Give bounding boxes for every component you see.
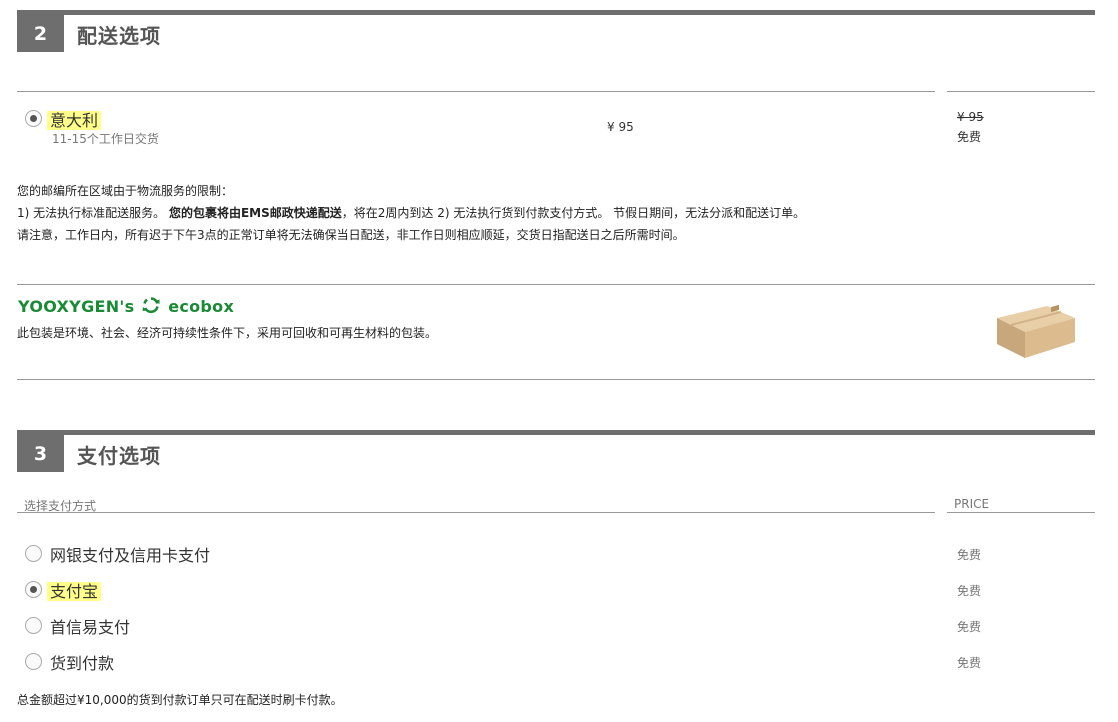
payment-divider-right: [947, 512, 1095, 513]
ecobox-divider-bottom: [17, 379, 1095, 380]
payment-radio-netbank[interactable]: [25, 545, 42, 562]
shipping-option-price: ¥ 95: [607, 120, 634, 134]
payment-price-column-header: PRICE: [954, 497, 990, 511]
ecobox-divider-top: [17, 284, 1095, 285]
payment-footnote: 总金额超过¥10,000的货到付款订单只可在配送时刷卡付款。: [17, 693, 343, 707]
payment-option-payease[interactable]: 首信易支付: [50, 614, 130, 638]
shipping-old-price: ¥ 95: [957, 110, 984, 124]
payment-section-title: 支付选项: [77, 444, 161, 468]
recycle-icon: [142, 297, 160, 314]
ecobox-description: 此包装是环境、社会、经济可持续性条件下，采用可回收和可再生材料的包装。: [17, 326, 438, 340]
payment-option-netbank[interactable]: 网银支付及信用卡支付: [50, 542, 210, 566]
payment-option-cod[interactable]: 货到付款: [50, 650, 114, 674]
shipping-option-eta: 11-15个工作日交货: [52, 132, 159, 146]
shipping-section-title: 配送选项: [77, 24, 161, 48]
payment-radio-alipay[interactable]: [25, 581, 42, 598]
payment-option-alipay[interactable]: 支付宝: [47, 578, 102, 602]
ecobox-package-image: [997, 304, 1075, 358]
payment-divider-left: [17, 512, 935, 513]
shipping-step-number: 2: [17, 15, 64, 52]
payment-price-payease: 免费: [957, 620, 982, 634]
payment-section-header: 3 支付选项: [17, 430, 1095, 472]
shipping-notice-line2: 1) 无法执行标准配送服务。 您的包裹将由EMS邮政快递配送，将在2周内到达 2…: [17, 206, 806, 220]
payment-price-cod: 免费: [957, 656, 982, 670]
payment-radio-cod[interactable]: [25, 653, 42, 670]
ecobox-logo: YOOXYGEN's ecobox: [18, 297, 235, 316]
payment-price-netbank: 免费: [957, 548, 982, 562]
shipping-section-header: 2 配送选项: [17, 10, 1095, 52]
shipping-divider-right: [947, 91, 1095, 92]
shipping-divider-left: [17, 91, 935, 92]
shipping-option-name[interactable]: 意大利: [47, 107, 102, 131]
shipping-notice-line1: 您的邮编所在区域由于物流服务的限制：: [17, 184, 234, 198]
shipping-notice-line3: 请注意，工作日内，所有迟于下午3点的正常订单将无法确保当日配送，非工作日则相应顺…: [17, 228, 685, 242]
payment-radio-payease[interactable]: [25, 617, 42, 634]
shipping-final-price: 免费: [957, 130, 982, 144]
payment-step-number: 3: [17, 435, 64, 472]
payment-price-alipay: 免费: [957, 584, 982, 598]
shipping-option-radio[interactable]: [25, 110, 42, 127]
